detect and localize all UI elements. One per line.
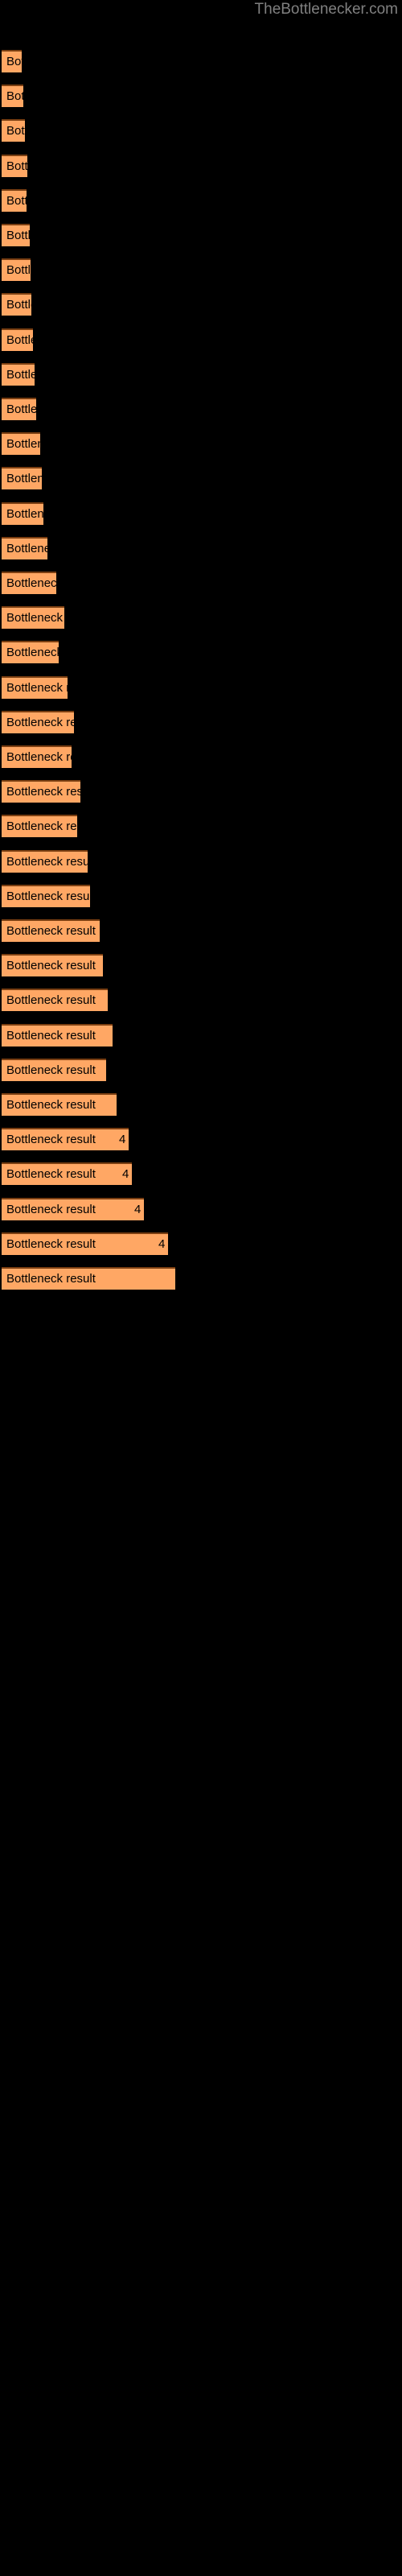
bar-label: Bottleneck result (6, 298, 96, 312)
bar-label: Bottleneck result (6, 1133, 96, 1146)
bar-label: Bottleneck result (6, 1063, 96, 1077)
bar-label: Bottleneck result (6, 924, 96, 938)
bar-label: Bottleneck result (6, 507, 96, 521)
bar-value-label: 4 (158, 1237, 166, 1251)
bar-label: Bottleneck result (6, 194, 96, 208)
bar-label: Bottleneck result (6, 681, 96, 695)
bar-label: Bottleneck result (6, 1167, 96, 1181)
bar-label: Bottleneck result (6, 1237, 96, 1251)
bar-label: Bottleneck result (6, 263, 96, 277)
bar-label: Bottleneck result (6, 785, 96, 799)
bar-label: Bottleneck result (6, 611, 96, 625)
bar-value-label: 4 (134, 1203, 142, 1216)
bar-label: Bottleneck result (6, 1272, 96, 1286)
bar-label: Bottleneck result (6, 159, 96, 173)
bar-label: Bottleneck result (6, 229, 96, 242)
bar-label: Bottleneck result (6, 993, 96, 1007)
bar-label: Bottleneck result (6, 646, 96, 659)
bar-label: Bottleneck result (6, 402, 96, 416)
bar-label: Bottleneck result (6, 472, 96, 485)
bar-label: Bottleneck result (6, 1203, 96, 1216)
bar-label: Bottleneck result (6, 1029, 96, 1042)
bar-label: Bottleneck result (6, 890, 96, 903)
bar-label: Bottleneck result (6, 124, 96, 138)
bar-label: Bottleneck result (6, 959, 96, 972)
bar-label: Bottleneck result (6, 333, 96, 347)
bar-value-label: 4 (119, 1133, 126, 1146)
bar-label: Bottleneck result (6, 819, 96, 833)
bar-label: Bottleneck result (6, 89, 96, 103)
bar-label: Bottleneck result (6, 1098, 96, 1112)
bar-label: Bottleneck result (6, 542, 96, 555)
bar-label: Bottleneck result (6, 716, 96, 729)
bar-label: Bottleneck result (6, 437, 96, 451)
bar-chart-root: TheBottlenecker.com Bottleneck result Bot… (0, 0, 402, 2576)
bar-label: Bottleneck result (6, 368, 96, 382)
bar-label: Bottleneck result (6, 855, 96, 869)
plot-area: Bottleneck result Bottleneck result Bottle… (0, 0, 402, 2576)
bar-label: Bottleneck result (6, 576, 96, 590)
bar-value-label: 4 (122, 1167, 129, 1181)
bar-label: Bottleneck result (6, 750, 96, 764)
bar-label: Bottleneck result (6, 55, 96, 68)
